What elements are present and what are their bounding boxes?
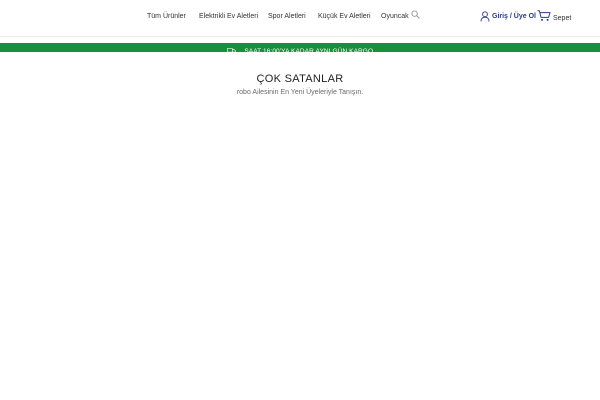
promo-text: SAAT 16:00'YA KADAR AYNI GÜN KARGO bbox=[244, 48, 374, 55]
search-icon[interactable] bbox=[411, 10, 420, 19]
nav-item-small-appliances[interactable]: Küçük Ev Aletleri bbox=[318, 13, 371, 20]
nav-item-sports-equipment[interactable]: Spor Aletleri bbox=[268, 13, 306, 20]
site-header: Tüm Ürünler Elektrikli Ev Aletleri Spor … bbox=[0, 0, 600, 37]
truck-icon bbox=[226, 48, 236, 54]
nav-item-all-products[interactable]: Tüm Ürünler bbox=[147, 13, 186, 20]
user-icon bbox=[480, 11, 490, 22]
nav-item-electric-appliances[interactable]: Elektrikli Ev Aletleri bbox=[199, 13, 258, 20]
nav-item-toys[interactable]: Oyuncak bbox=[381, 13, 409, 20]
cart-icon bbox=[537, 10, 551, 21]
section-title: ÇOK SATANLAR bbox=[256, 73, 344, 85]
page: Tüm Ürünler Elektrikli Ev Aletleri Spor … bbox=[0, 0, 600, 400]
section-subtitle: robo Ailesinin En Yeni Üyeleriyle Tanışı… bbox=[236, 89, 364, 96]
login-label: Giriş / Üye Ol bbox=[492, 13, 536, 20]
cart-label: Sepet bbox=[553, 15, 572, 22]
promo-content: SAAT 16:00'YA KADAR AYNI GÜN KARGO bbox=[226, 47, 374, 56]
promo-bar: SAAT 16:00'YA KADAR AYNI GÜN KARGO bbox=[0, 43, 600, 55]
